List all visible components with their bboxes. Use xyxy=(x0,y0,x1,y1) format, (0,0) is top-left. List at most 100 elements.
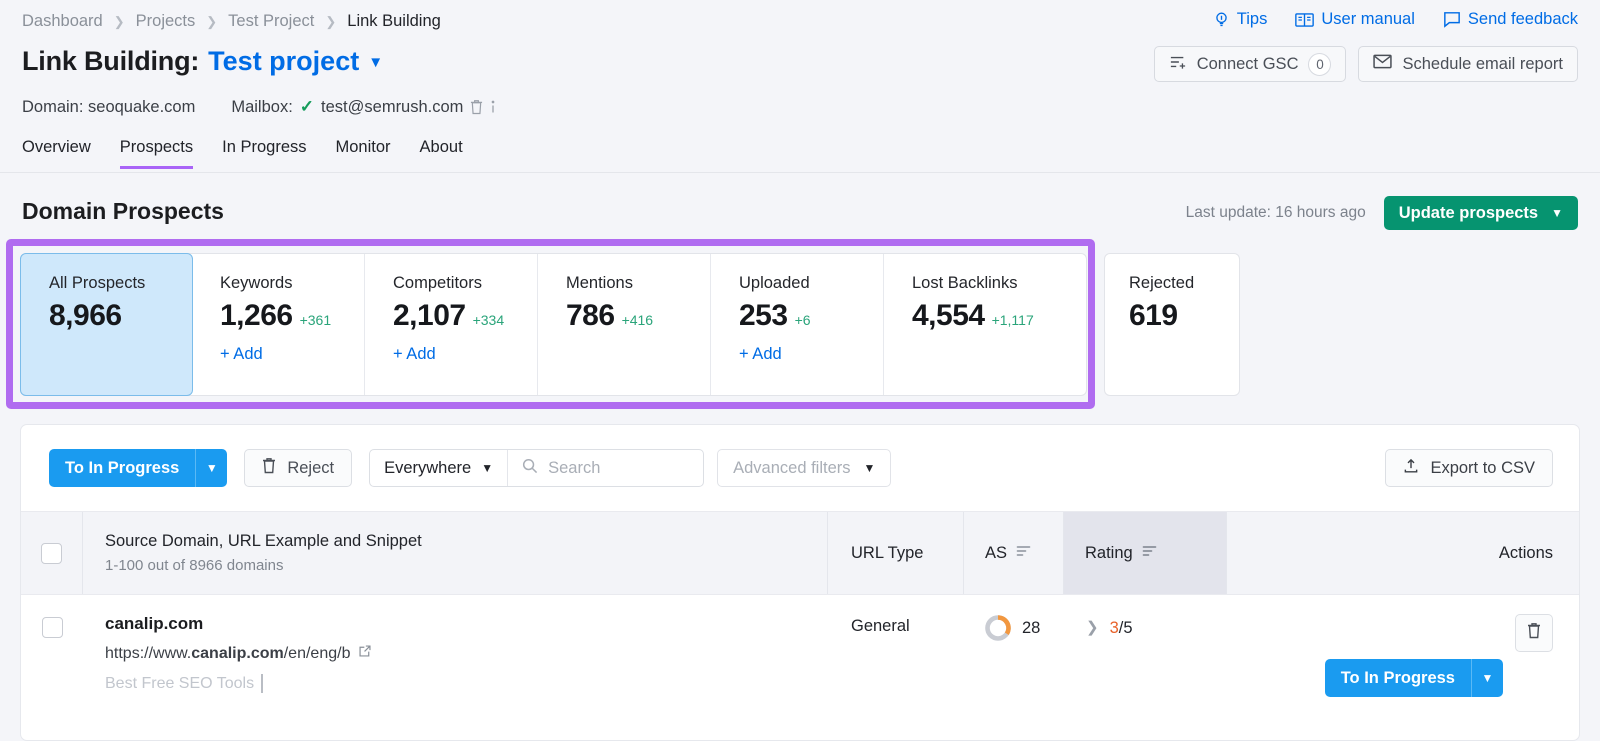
column-header-url-type-label: URL Type xyxy=(851,543,924,562)
to-in-progress-dropdown-button[interactable]: ▼ xyxy=(195,449,228,487)
reject-label: Reject xyxy=(287,458,335,477)
row-snippet-text: Best Free SEO Tools xyxy=(105,674,255,692)
row-checkbox[interactable] xyxy=(41,617,63,638)
select-all-header xyxy=(21,512,83,594)
row-actions-cell: To In Progress ▼ xyxy=(1227,595,1579,740)
update-prospects-button[interactable]: Update prospects ▼ xyxy=(1383,196,1578,230)
stat-card-all-prospects[interactable]: All Prospects 8,966 xyxy=(20,253,193,396)
info-icon[interactable] xyxy=(490,99,496,115)
column-header-rating[interactable]: Rating xyxy=(1064,512,1227,594)
sort-icon[interactable] xyxy=(1016,544,1031,562)
project-selector[interactable]: Test project xyxy=(208,46,359,77)
stat-card-uploaded[interactable]: Uploaded 253 +6 + Add xyxy=(711,254,884,395)
row-domain-name[interactable]: canalip.com xyxy=(105,614,828,634)
stat-card-keywords[interactable]: Keywords 1,266 +361 + Add xyxy=(192,254,365,395)
row-url[interactable]: https://www.canalip.com/en/eng/b xyxy=(105,644,828,663)
tab-prospects[interactable]: Prospects xyxy=(119,138,194,169)
mailbox-value: test@semrush.com xyxy=(321,97,464,116)
reject-button[interactable]: Reject xyxy=(244,449,353,487)
tips-link[interactable]: Tips xyxy=(1213,10,1268,29)
row-to-in-progress-split-button: To In Progress ▼ xyxy=(1324,614,1503,740)
list-plus-icon xyxy=(1169,54,1187,75)
export-to-csv-button[interactable]: Export to CSV xyxy=(1385,449,1553,487)
section-title: Domain Prospects xyxy=(22,198,224,224)
schedule-email-report-label: Schedule email report xyxy=(1402,54,1563,73)
scope-select[interactable]: Everywhere ▼ xyxy=(370,450,509,486)
trash-icon xyxy=(262,457,276,479)
to-in-progress-button[interactable]: To In Progress xyxy=(49,449,196,487)
breadcrumb-item-test-project[interactable]: Test Project xyxy=(228,12,314,31)
chevron-down-icon: ▼ xyxy=(1551,206,1563,220)
stat-card-rejected[interactable]: Rejected 619 xyxy=(1104,253,1240,396)
user-manual-label: User manual xyxy=(1321,10,1415,28)
stat-card-label: Keywords xyxy=(220,274,293,292)
add-competitors-link[interactable]: + Add xyxy=(393,345,537,364)
schedule-email-report-button[interactable]: Schedule email report xyxy=(1358,46,1578,82)
stat-card-value: 1,266 xyxy=(220,299,293,332)
row-as-cell: 28 xyxy=(964,595,1064,740)
domain-info: Domain: seoquake.com xyxy=(22,97,196,116)
stat-card-label: Rejected xyxy=(1129,274,1195,292)
add-keywords-link[interactable]: + Add xyxy=(220,345,364,364)
chevron-down-icon: ▼ xyxy=(1481,671,1494,685)
breadcrumb-item-projects[interactable]: Projects xyxy=(136,12,196,31)
chevron-down-icon: ▼ xyxy=(863,461,876,475)
stat-card-value: 2,107 xyxy=(393,299,466,332)
external-link-icon[interactable] xyxy=(358,644,372,663)
advanced-filters-button[interactable]: Advanced filters ▼ xyxy=(717,449,892,487)
stat-card-label: All Prospects xyxy=(49,274,146,292)
update-prospects-label: Update prospects xyxy=(1398,203,1539,222)
add-uploaded-link[interactable]: + Add xyxy=(739,345,883,364)
user-manual-link[interactable]: User manual xyxy=(1295,10,1415,29)
tab-in-progress[interactable]: In Progress xyxy=(222,138,306,169)
row-delete-button[interactable] xyxy=(1515,614,1553,652)
row-to-in-progress-dropdown-button[interactable]: ▼ xyxy=(1471,659,1503,697)
prospect-stat-cards: All Prospects 8,966 Keywords 1,266 +361 … xyxy=(20,253,1087,396)
upload-icon xyxy=(1403,458,1419,479)
chat-icon xyxy=(1443,11,1461,28)
select-all-checkbox[interactable] xyxy=(41,542,62,564)
column-header-actions: Actions xyxy=(1227,512,1579,594)
column-header-as[interactable]: AS xyxy=(964,512,1064,594)
breadcrumb-item-dashboard[interactable]: Dashboard xyxy=(22,12,103,31)
row-url-type-value: General xyxy=(851,617,910,635)
column-header-domain-label: Source Domain, URL Example and Snippet xyxy=(105,532,422,550)
column-header-rating-label: Rating xyxy=(1085,543,1133,562)
row-rating-cell: ❯ 3/5 xyxy=(1064,595,1227,740)
authority-score-donut-icon xyxy=(983,613,1013,648)
column-header-url-type[interactable]: URL Type xyxy=(828,512,964,594)
tab-overview[interactable]: Overview xyxy=(22,138,91,169)
stat-card-lost-backlinks[interactable]: Lost Backlinks 4,554 +1,117 xyxy=(884,254,1086,395)
stat-card-delta: +6 xyxy=(794,312,811,328)
stat-card-value: 786 xyxy=(566,299,615,332)
page-title-prefix: Link Building: xyxy=(22,46,200,76)
tab-about[interactable]: About xyxy=(420,138,463,169)
chevron-right-icon[interactable]: ❯ xyxy=(1086,617,1099,639)
search-input[interactable] xyxy=(548,458,690,478)
trash-icon[interactable] xyxy=(470,99,483,115)
table-header-row: Source Domain, URL Example and Snippet 1… xyxy=(21,511,1579,595)
header-links: Tips User manual Send feedback xyxy=(1213,10,1578,29)
breadcrumb-item-link-building: Link Building xyxy=(347,12,441,30)
chevron-down-icon: ▼ xyxy=(481,461,494,475)
breadcrumb: Dashboard ❯ Projects ❯ Test Project ❯ Li… xyxy=(22,12,441,31)
row-to-in-progress-button[interactable]: To In Progress xyxy=(1324,659,1471,697)
send-feedback-link[interactable]: Send feedback xyxy=(1443,10,1578,29)
stat-card-competitors[interactable]: Competitors 2,107 +334 + Add xyxy=(365,254,538,395)
chevron-down-icon[interactable]: ▼ xyxy=(368,54,383,71)
tips-label: Tips xyxy=(1236,10,1268,28)
tab-monitor[interactable]: Monitor xyxy=(336,138,391,169)
scope-and-search: Everywhere ▼ xyxy=(369,449,705,487)
stat-card-label: Lost Backlinks xyxy=(912,274,1018,292)
row-url-type-cell: General xyxy=(828,595,964,740)
stat-card-mentions[interactable]: Mentions 786 +416 xyxy=(538,254,711,395)
stat-card-delta: +416 xyxy=(621,312,654,328)
authority-score-value: 28 xyxy=(1022,619,1041,637)
connect-gsc-count-badge: 0 xyxy=(1308,52,1332,76)
breadcrumb-separator-icon: ❯ xyxy=(206,13,218,29)
table-row: canalip.com https://www.canalip.com/en/e… xyxy=(21,595,1579,740)
text-cursor-icon xyxy=(261,674,263,693)
connect-gsc-button[interactable]: Connect GSC 0 xyxy=(1153,46,1347,82)
chevron-down-icon: ▼ xyxy=(205,461,218,475)
sort-icon[interactable] xyxy=(1142,544,1157,562)
